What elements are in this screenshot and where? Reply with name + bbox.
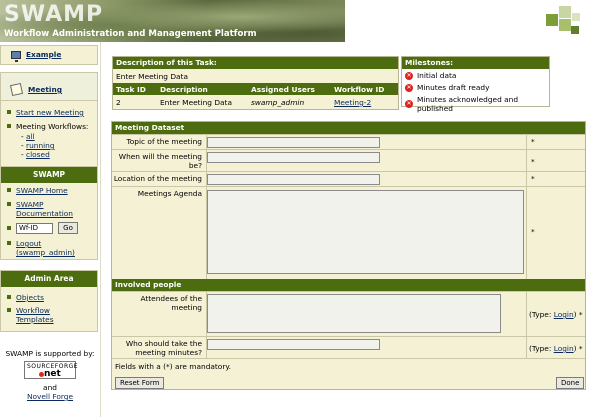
attendees-label: Attendees of the meeting — [140, 294, 202, 312]
app-logo: SWAMP — [4, 2, 104, 27]
minutes-taker-row: Who should take the meeting minutes? (Typ… — [112, 336, 585, 359]
attendees-textarea[interactable] — [207, 294, 501, 333]
swamp-box-title: SWAMP — [1, 167, 97, 183]
example-box: Example — [0, 45, 98, 65]
attendees-row: Attendees of the meeting (Type: Login) * — [112, 291, 585, 337]
topic-input[interactable] — [207, 137, 380, 148]
decorative-squares-logo — [546, 6, 582, 36]
col-workflow-id: Workflow ID — [334, 85, 385, 94]
meeting-link[interactable]: Meeting — [28, 85, 62, 94]
topic-row: Topic of the meeting * — [112, 134, 585, 150]
attendees-type-hint: (Type: Login) * — [529, 310, 583, 319]
workflow-templates-link[interactable]: Workflow Templates — [16, 306, 54, 324]
login-type-link[interactable]: Login — [554, 344, 574, 353]
bullet-icon — [7, 308, 11, 312]
task-users-cell: swamp_admin — [251, 98, 305, 107]
bullet-icon — [7, 188, 11, 192]
required-star: * — [531, 137, 535, 146]
error-x-icon: ✕ — [405, 100, 413, 108]
sponsors: SWAMP is supported by: SOURCEFORGE net a… — [0, 349, 100, 401]
task-id-cell: 2 — [116, 98, 121, 107]
header: SWAMP Workflow Administration and Manage… — [0, 0, 600, 42]
meeting-dataset-title: Meeting Dataset — [112, 122, 585, 134]
and-text: and — [43, 383, 57, 392]
sourceforge-logo[interactable]: SOURCEFORGE net — [24, 361, 78, 379]
filter-running-link[interactable]: running — [26, 141, 55, 150]
bullet-icon — [7, 295, 11, 299]
task-desc-cell: Enter Meeting Data — [160, 98, 232, 107]
when-input[interactable] — [207, 152, 380, 163]
bullet-icon — [7, 124, 11, 128]
bullet-icon — [7, 241, 11, 245]
milestones-title: Milestones: — [402, 57, 549, 69]
swamp-home-link[interactable]: SWAMP Home — [16, 186, 68, 195]
monitor-icon — [11, 50, 21, 62]
admin-box: Admin Area Objects Workflow Templates — [0, 270, 98, 332]
admin-box-title: Admin Area — [1, 271, 97, 287]
milestone-item: ✕ Minutes acknowledged and published — [405, 95, 519, 113]
milestone-item: ✕ Initial data — [405, 71, 457, 80]
meeting-dataset-form: Meeting Dataset Topic of the meeting * W… — [111, 121, 586, 390]
topic-label: Topic of the meeting — [126, 137, 202, 146]
banner: SWAMP Workflow Administration and Manage… — [0, 0, 345, 42]
login-type-link[interactable]: Login — [554, 310, 574, 319]
task-description-panel: Description of this Task: Enter Meeting … — [112, 56, 399, 110]
app-subtitle: Workflow Administration and Management P… — [4, 29, 257, 39]
mandatory-note: Fields with a (*) are mandatory. — [115, 362, 232, 371]
when-label: When will the meeting be? — [118, 152, 202, 170]
required-star: * — [531, 174, 535, 183]
start-new-meeting-link[interactable]: Start new Meeting — [16, 108, 84, 117]
swamp-box: SWAMP SWAMP Home SWAMPDocumentation Go L… — [0, 166, 98, 260]
bullet-icon — [7, 110, 11, 114]
col-description: Description — [160, 85, 208, 94]
swamp-documentation-link[interactable]: SWAMP Documentation — [16, 200, 73, 218]
bullet-icon — [7, 202, 11, 206]
meeting-workflows-label: Meeting Workflows: — [16, 122, 89, 131]
bullet-icon — [7, 226, 11, 230]
go-button[interactable]: Go — [58, 222, 78, 234]
form-footer: Fields with a (*) are mandatory. Reset F… — [112, 358, 585, 390]
supported-by-text: SWAMP is supported by: — [5, 349, 95, 358]
task-description-title: Description of this Task: — [113, 57, 398, 69]
task-description-text: Enter Meeting Data — [116, 72, 188, 81]
error-x-icon: ✕ — [405, 83, 413, 92]
col-task-id: Task ID — [116, 85, 146, 94]
location-label: Location of the meeting — [113, 174, 202, 183]
error-x-icon: ✕ — [405, 71, 413, 80]
milestone-item: ✕ Minutes draft ready — [405, 83, 490, 92]
table-row: 2 Enter Meeting Data swamp_admin Meeting… — [113, 96, 398, 108]
minutes-taker-label: Who should take the meeting minutes? — [125, 339, 202, 357]
notepad-icon — [9, 82, 24, 97]
location-input[interactable] — [207, 174, 380, 185]
col-assigned-users: Assigned Users — [251, 85, 315, 94]
required-star: * — [531, 227, 535, 236]
sidebar-divider — [100, 42, 101, 417]
task-table-header: Task ID Description Assigned Users Workf… — [113, 83, 398, 95]
logout-link[interactable]: Logout (swamp_admin) — [16, 239, 75, 257]
minutes-taker-input[interactable] — [207, 339, 380, 350]
novell-forge-link[interactable]: Novell Forge — [27, 392, 73, 401]
minutes-type-hint: (Type: Login) * — [529, 344, 583, 353]
location-row: Location of the meeting * — [112, 171, 585, 187]
milestones-panel: Milestones: ✕ Initial data ✕ Minutes dra… — [401, 56, 550, 113]
objects-link[interactable]: Objects — [16, 293, 44, 302]
done-button[interactable]: Done — [556, 377, 585, 389]
agenda-row: Meetings Agenda * — [112, 186, 585, 279]
involved-people-title: Involved people — [112, 279, 585, 291]
agenda-label: Meetings Agenda — [137, 189, 202, 198]
filter-closed-link[interactable]: closed — [26, 150, 50, 159]
when-row: When will the meeting be? * — [112, 149, 585, 172]
workflow-id-link[interactable]: Meeting-2 — [334, 98, 371, 107]
filter-all-link[interactable]: all — [26, 132, 35, 141]
agenda-textarea[interactable] — [207, 190, 524, 274]
example-link[interactable]: Example — [26, 50, 61, 59]
wf-id-input[interactable] — [16, 222, 53, 234]
reset-form-button[interactable]: Reset Form — [115, 377, 165, 389]
required-star: * — [531, 157, 535, 166]
